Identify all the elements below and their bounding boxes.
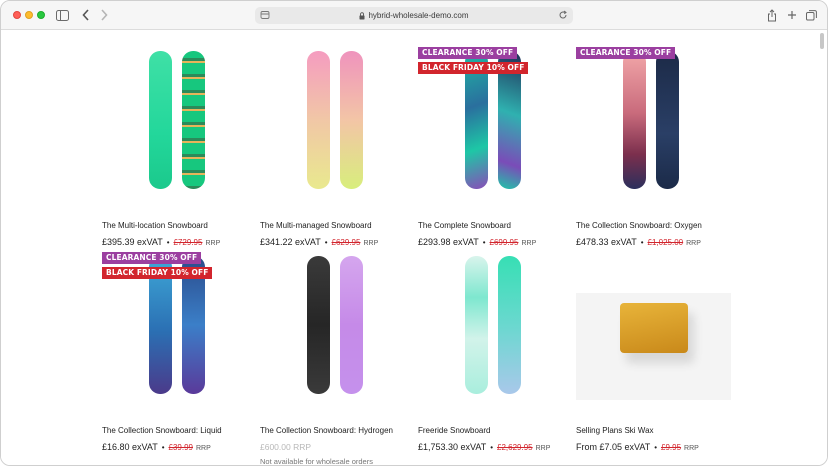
product-price: £341.22 exVAT • £629.95 RRP (260, 237, 379, 247)
product-price: £16.80 exVAT • £39.99 RRP (102, 442, 211, 452)
product-image[interactable] (576, 252, 731, 400)
product-image[interactable] (260, 252, 415, 400)
product-image[interactable] (260, 47, 415, 195)
snowboard-image (656, 51, 679, 189)
product-title[interactable]: The Complete Snowboard (418, 221, 511, 230)
browser-window: hybrid-wholesale-demo.com The Multi-loca… (0, 0, 828, 466)
product-price: £600.00 RRP (260, 442, 312, 452)
product-title[interactable]: The Multi-managed Snowboard (260, 221, 372, 230)
browser-toolbar: hybrid-wholesale-demo.com (1, 1, 827, 30)
snowboard-image (182, 51, 205, 189)
clearance-badge: CLEARANCE 30% OFF (418, 47, 518, 59)
product-title[interactable]: The Multi-location Snowboard (102, 221, 208, 230)
clearance-badge: CLEARANCE 30% OFF (576, 47, 676, 59)
wax-block-image (620, 303, 688, 353)
snowboard-image (307, 256, 330, 394)
product-title[interactable]: The Collection Snowboard: Liquid (102, 426, 222, 435)
back-arrow-icon[interactable] (82, 7, 90, 23)
wholesale-unavailable-note: Not available for wholesale orders (260, 457, 373, 466)
product-title[interactable]: The Collection Snowboard: Hydrogen (260, 426, 393, 435)
product-price: £1,753.30 exVAT • £2,629.95 RRP (418, 442, 551, 452)
minimize-window-button[interactable] (25, 11, 33, 19)
new-tab-icon[interactable] (787, 7, 797, 23)
wax-photo (576, 293, 731, 400)
snowboard-image (623, 51, 646, 189)
snowboard-image (340, 51, 363, 189)
product-price: £395.39 exVAT • £729.95 RRP (102, 237, 221, 247)
tab-overview-icon[interactable] (806, 7, 817, 23)
lock-icon (359, 11, 365, 20)
snowboard-image (465, 256, 488, 394)
scrollbar[interactable] (820, 33, 824, 49)
snowboard-image (307, 51, 330, 189)
snowboard-image (340, 256, 363, 394)
product-grid: The Multi-location Snowboard £395.39 exV… (1, 31, 827, 466)
product-image[interactable] (576, 47, 731, 195)
product-title[interactable]: The Collection Snowboard: Oxygen (576, 221, 702, 230)
page-icon (260, 10, 270, 22)
maximize-window-button[interactable] (37, 11, 45, 19)
clearance-badge: CLEARANCE 30% OFF (102, 252, 202, 264)
product-title[interactable]: Selling Plans Ski Wax (576, 426, 654, 435)
share-icon[interactable] (767, 7, 777, 23)
product-title[interactable]: Freeride Snowboard (418, 426, 490, 435)
product-image[interactable] (102, 47, 257, 195)
product-price: £293.98 exVAT • £699.95 RRP (418, 237, 537, 247)
black-friday-badge: BLACK FRIDAY 10% OFF (418, 62, 529, 74)
product-image[interactable] (418, 252, 573, 400)
sidebar-toggle-icon[interactable] (56, 7, 69, 23)
snowboard-image (149, 51, 172, 189)
close-window-button[interactable] (13, 11, 21, 19)
forward-arrow-icon[interactable] (100, 7, 108, 23)
product-price: £478.33 exVAT • £1,025.00 RRP (576, 237, 701, 247)
reload-icon[interactable] (558, 10, 568, 22)
address-bar[interactable]: hybrid-wholesale-demo.com (255, 7, 573, 24)
black-friday-badge: BLACK FRIDAY 10% OFF (102, 267, 213, 279)
snowboard-image (498, 256, 521, 394)
url-text: hybrid-wholesale-demo.com (368, 11, 469, 20)
product-price: From £7.05 exVAT • £9.95 RRP (576, 442, 699, 452)
